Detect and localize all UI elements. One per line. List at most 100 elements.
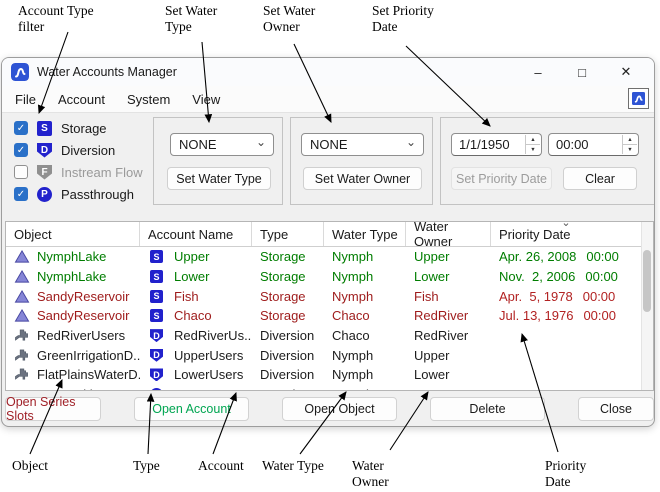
cell-water-type: Nymph bbox=[324, 387, 406, 390]
type-label: Storage bbox=[260, 289, 306, 304]
menu-system[interactable]: System bbox=[116, 92, 181, 107]
column-header-label: Type bbox=[260, 227, 288, 242]
clear-button[interactable]: Clear bbox=[563, 167, 637, 190]
cell-water-owner: RedRiver bbox=[406, 308, 491, 323]
diversion-type-icon: D bbox=[37, 143, 52, 158]
cell-object: FlatPlainsWaterD... bbox=[6, 367, 140, 382]
table-row[interactable]: UsersWithS...PUpperPassthroughNymphUpper bbox=[6, 385, 653, 390]
cell-water-owner: Lower bbox=[406, 269, 491, 284]
date-spinner[interactable]: ▲ ▼ bbox=[525, 135, 540, 154]
filter-label: Storage bbox=[61, 121, 107, 136]
water-owner-label: Upper bbox=[414, 249, 449, 264]
account-label: Lower bbox=[174, 269, 209, 284]
riverware-logo-icon bbox=[11, 63, 29, 81]
spin-down-icon[interactable]: ▼ bbox=[526, 145, 540, 154]
column-header-water-owner[interactable]: Water Owner bbox=[406, 222, 491, 246]
table-body: NymphLakeSUpperStorageNymphUpperApr. 26,… bbox=[6, 247, 653, 390]
water-type-dropdown[interactable]: NONE ⌄ bbox=[170, 133, 274, 156]
checkbox-checked[interactable]: ✓ bbox=[14, 143, 28, 157]
account-label: Upper bbox=[174, 387, 209, 390]
object-label: SandyReservoir bbox=[37, 308, 130, 323]
type-label: Passthrough bbox=[260, 387, 324, 390]
close-button[interactable]: Close bbox=[578, 397, 654, 421]
water-owner-label: Upper bbox=[414, 348, 449, 363]
checkbox-unchecked[interactable] bbox=[14, 165, 28, 179]
account-label: LowerUsers bbox=[174, 367, 243, 382]
column-header-priority-date[interactable]: Priority Date⌄ bbox=[491, 222, 641, 246]
time-spinner[interactable]: ▲ ▼ bbox=[622, 135, 637, 154]
cell-water-type: Nymph bbox=[324, 367, 406, 382]
diversion-account-icon: D bbox=[150, 368, 163, 381]
table-row[interactable]: SandyReservoirSChacoStorageChacoRedRiver… bbox=[6, 306, 653, 326]
column-header-label: Priority Date bbox=[499, 227, 571, 242]
title-bar[interactable]: Water Accounts Manager –□✕ bbox=[2, 58, 654, 86]
cell-water-type: Nymph bbox=[324, 348, 406, 363]
cell-account-name: SChaco bbox=[140, 308, 252, 323]
open-object-button[interactable]: Open Object bbox=[282, 397, 397, 421]
delete-button[interactable]: Delete bbox=[430, 397, 545, 421]
spin-up-icon[interactable]: ▲ bbox=[623, 135, 637, 145]
filter-row-passthrough: ✓PPassthrough bbox=[14, 185, 143, 203]
table-row[interactable]: NymphLakeSUpperStorageNymphUpperApr. 26,… bbox=[6, 247, 653, 267]
reservoir-icon bbox=[14, 289, 30, 304]
menu-view[interactable]: View bbox=[181, 92, 231, 107]
cell-object: RedRiverUsers bbox=[6, 328, 140, 343]
object-label: SandyReservoir bbox=[37, 289, 130, 304]
passthrough-type-icon: P bbox=[37, 187, 52, 202]
account-label: Fish bbox=[174, 289, 199, 304]
spin-down-icon[interactable]: ▼ bbox=[623, 145, 637, 154]
column-header-water-type[interactable]: Water Type bbox=[324, 222, 406, 246]
menu-account[interactable]: Account bbox=[47, 92, 116, 107]
maximize-button[interactable]: □ bbox=[560, 58, 604, 86]
water-type-label: Nymph bbox=[332, 348, 373, 363]
column-header-object[interactable]: Object bbox=[6, 222, 140, 246]
column-header-type[interactable]: Type bbox=[252, 222, 324, 246]
priority-time-input[interactable]: 00:00 ▲ ▼ bbox=[548, 133, 639, 156]
water-owner-dropdown[interactable]: NONE ⌄ bbox=[301, 133, 424, 156]
annotation-set-priority-date: Set Priority Date bbox=[372, 3, 448, 35]
checkbox-checked[interactable]: ✓ bbox=[14, 187, 28, 201]
priority-time-label: 00:00 bbox=[583, 308, 616, 323]
close-button[interactable]: ✕ bbox=[604, 58, 648, 86]
cell-water-type: Chaco bbox=[324, 308, 406, 323]
cell-type: Diversion bbox=[252, 348, 324, 363]
column-header-account-name[interactable]: Account Name bbox=[140, 222, 252, 246]
priority-date-input[interactable]: 1/1/1950 ▲ ▼ bbox=[451, 133, 542, 156]
workspace-icon-button[interactable] bbox=[628, 88, 649, 109]
menu-bar: FileAccountSystemView bbox=[2, 86, 654, 113]
checkbox-checked[interactable]: ✓ bbox=[14, 121, 28, 135]
set-water-owner-button[interactable]: Set Water Owner bbox=[303, 167, 422, 190]
cell-water-type: Nymph bbox=[324, 289, 406, 304]
priority-date-label: Apr. 5, 1978 bbox=[499, 289, 573, 304]
table-row[interactable]: RedRiverUsersDRedRiverUs...DiversionChac… bbox=[6, 326, 653, 346]
water-user-icon bbox=[14, 348, 30, 363]
table-row[interactable]: FlatPlainsWaterD... D LowerUsers Diversion N… bbox=[6, 365, 653, 385]
water-type-label: Chaco bbox=[332, 308, 370, 323]
type-label: Diversion bbox=[260, 348, 314, 363]
account-label: Upper bbox=[174, 249, 209, 264]
accounts-table: ObjectAccount Name Type Water Type Water Ow… bbox=[5, 221, 654, 391]
diversion-account-icon: D bbox=[150, 349, 163, 362]
water-owner-label: Lower bbox=[414, 367, 449, 382]
priority-time-label: 00:00 bbox=[583, 289, 616, 304]
set-priority-date-button[interactable]: Set Priority Date bbox=[451, 167, 552, 190]
cell-type: Diversion bbox=[252, 367, 324, 382]
window-title: Water Accounts Manager bbox=[37, 65, 177, 79]
minimize-button[interactable]: – bbox=[516, 58, 560, 86]
cell-type: Storage bbox=[252, 249, 324, 264]
table-row[interactable]: GreenIrrigationD...DUpperUsersDiversionN… bbox=[6, 345, 653, 365]
column-header-label: Water Type bbox=[332, 227, 398, 242]
set-priority-date-group: 1/1/1950 ▲ ▼ 00:00 ▲ ▼ Set Priority Date… bbox=[440, 117, 655, 205]
menu-file[interactable]: File bbox=[4, 92, 47, 107]
vertical-scrollbar[interactable] bbox=[641, 222, 653, 390]
cell-account-name: PUpper bbox=[140, 387, 252, 390]
set-water-type-button[interactable]: Set Water Type bbox=[167, 167, 271, 190]
cell-object: SandyReservoir bbox=[6, 308, 140, 323]
water-type-label: Nymph bbox=[332, 367, 373, 382]
table-row[interactable]: SandyReservoirSFishStorageNymphFishApr. … bbox=[6, 286, 653, 306]
spin-up-icon[interactable]: ▲ bbox=[526, 135, 540, 145]
open-account-button[interactable]: Open Account bbox=[134, 397, 249, 421]
table-row[interactable]: NymphLakeSLowerStorageNymphLowerNov. 2, … bbox=[6, 267, 653, 287]
open-series-slots-button[interactable]: Open Series Slots bbox=[5, 397, 101, 421]
scrollbar-thumb[interactable] bbox=[643, 250, 651, 312]
